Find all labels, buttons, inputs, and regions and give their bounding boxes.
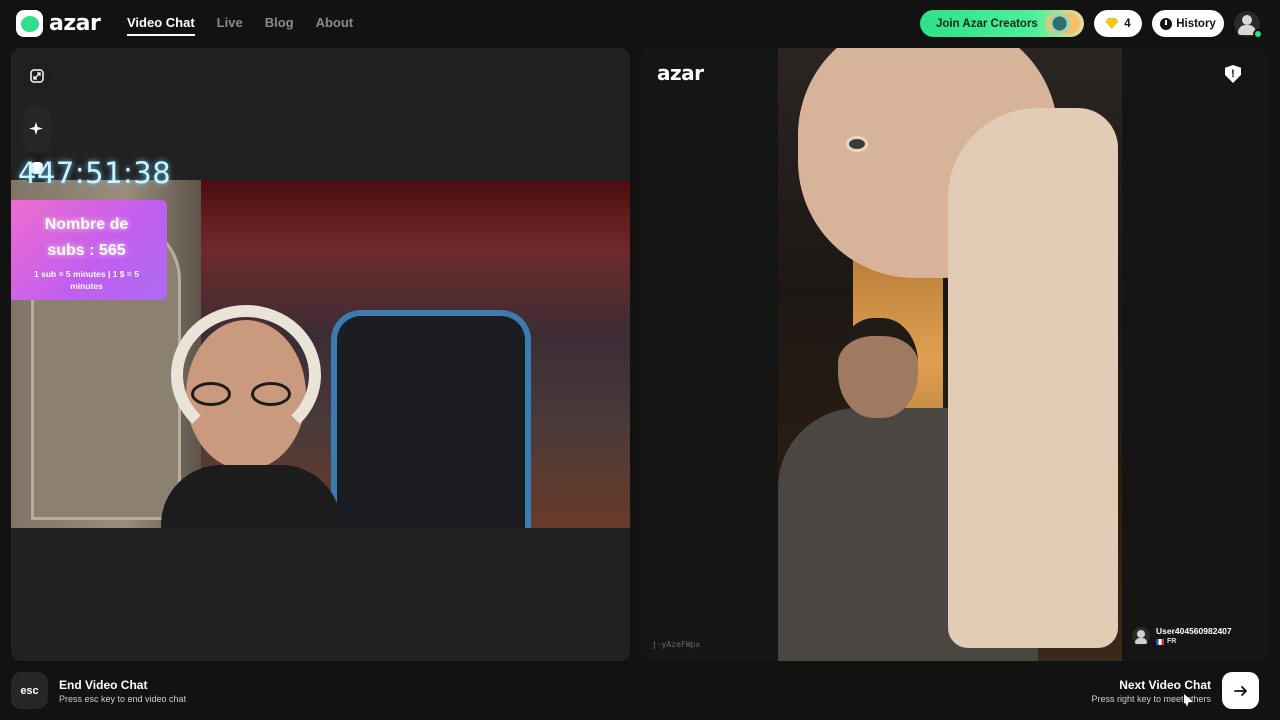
partner-avatar-icon <box>1132 626 1150 645</box>
profile-avatar[interactable] <box>1234 10 1263 39</box>
partner-azar-watermark: azar <box>657 61 704 85</box>
nav-blog[interactable]: Blog <box>265 15 294 36</box>
azar-logo-icon <box>16 10 43 37</box>
expand-button[interactable] <box>23 62 51 90</box>
sparkle-icon <box>29 122 43 135</box>
report-shield-icon[interactable]: ! <box>1225 65 1241 83</box>
history-button[interactable]: History <box>1152 10 1224 37</box>
expand-icon <box>30 69 44 83</box>
header-actions: Join Azar Creators 4 History <box>920 10 1263 39</box>
nav-about[interactable]: About <box>316 15 354 36</box>
subs-counter-overlay: Nombre de subs : 565 1 sub = 5 minutes |… <box>11 200 167 300</box>
end-video-chat-hint: Press esc key to end video chat <box>59 694 187 704</box>
join-creators-label: Join Azar Creators <box>936 17 1038 30</box>
partner-camera-feed <box>778 48 1122 661</box>
next-video-chat-title: Next Video Chat <box>1119 678 1211 692</box>
arrow-right-icon <box>1233 685 1247 696</box>
end-video-chat-title: End Video Chat <box>59 678 148 692</box>
stream-timer: 447:51:38 <box>18 156 172 190</box>
azar-logo[interactable]: azar <box>16 10 101 37</box>
subs-title-line2: subs : 565 <box>47 242 126 259</box>
join-creators-button[interactable]: Join Azar Creators <box>920 10 1084 37</box>
main-nav: Video Chat Live Blog About <box>127 15 353 36</box>
next-chat-button[interactable] <box>1222 672 1259 709</box>
subs-note: 1 sub = 5 minutes | 1 $ = 5 minutes <box>34 269 139 291</box>
subs-title-line1: Nombre de <box>44 216 129 233</box>
clock-icon <box>1160 17 1173 30</box>
gem-balance-button[interactable]: 4 <box>1094 10 1142 37</box>
gem-count: 4 <box>1124 17 1131 30</box>
partner-user-chip[interactable]: User404560982407 FR <box>1132 626 1232 645</box>
history-label: History <box>1176 17 1216 30</box>
partner-video-panel: azar ! j-yAzeFWpx User404560982407 FR <box>640 48 1269 661</box>
logo-text: azar <box>49 11 101 36</box>
next-video-chat-hint: Press right key to meet others <box>1091 694 1211 704</box>
partner-country-code: FR <box>1167 638 1177 645</box>
nav-video-chat[interactable]: Video Chat <box>127 15 195 36</box>
nav-live[interactable]: Live <box>217 15 243 36</box>
top-header: azar Video Chat Live Blog About Join Aza… <box>0 0 1280 48</box>
online-status-dot <box>1253 28 1263 39</box>
france-flag-icon <box>1156 638 1164 645</box>
effects-button[interactable] <box>23 106 51 152</box>
partner-country: FR <box>1156 638 1232 645</box>
creators-badge-icon <box>1046 13 1080 34</box>
partner-username: User404560982407 <box>1156 626 1232 636</box>
room-id: j-yAzeFWpx <box>652 640 701 649</box>
gem-icon <box>1105 18 1119 29</box>
end-chat-esc-button[interactable]: esc <box>11 672 48 709</box>
self-video-panel: 447:51:38 Nombre de subs : 565 1 sub = 5… <box>11 48 630 661</box>
